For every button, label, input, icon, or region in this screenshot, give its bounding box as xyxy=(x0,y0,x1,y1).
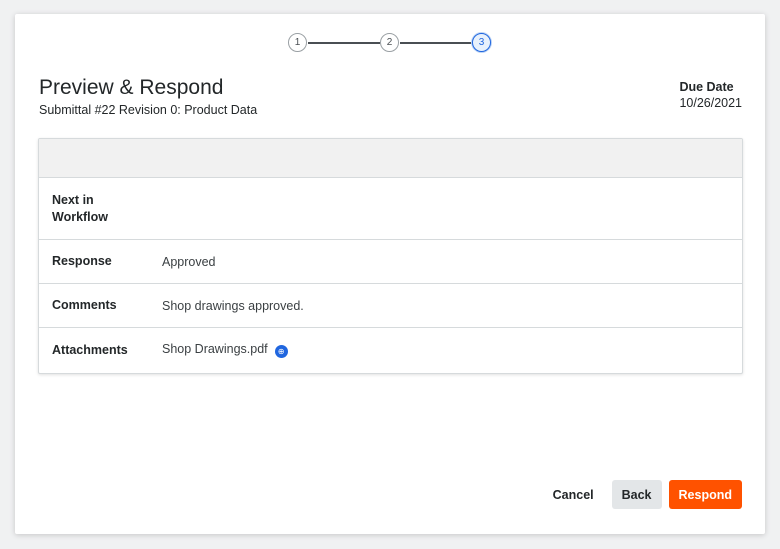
detail-row-response: Response Approved xyxy=(39,240,742,284)
preview-respond-modal: 1 2 3 Preview & Respond Submittal #22 Re… xyxy=(15,14,765,534)
detail-label: Next in Workflow xyxy=(39,192,162,226)
step-2[interactable]: 2 xyxy=(380,33,399,52)
stepper-connector xyxy=(400,42,472,44)
detail-label: Response xyxy=(52,254,112,268)
page-title: Preview & Respond xyxy=(39,76,224,99)
detail-value: Shop drawings approved. xyxy=(162,298,304,313)
detail-value: Shop Drawings.pdf ⊕ xyxy=(162,342,288,358)
back-button[interactable]: Back xyxy=(611,480,662,509)
due-date: Due Date 10/26/2021 xyxy=(679,80,742,110)
cancel-button[interactable]: Cancel xyxy=(543,480,604,509)
detail-label: Attachments xyxy=(52,342,128,357)
respond-button[interactable]: Respond xyxy=(668,480,742,509)
progress-stepper: 1 2 3 xyxy=(288,33,492,53)
detail-row-next-in-workflow: Next in Workflow xyxy=(39,178,742,240)
step-1[interactable]: 1 xyxy=(288,33,307,52)
detail-label-text: Next in Workflow xyxy=(52,192,109,224)
detail-value: Approved xyxy=(162,254,216,269)
detail-label: Comments xyxy=(52,298,117,312)
step-3-active[interactable]: 3 xyxy=(472,33,491,52)
submittal-subtitle: Submittal #22 Revision 0: Product Data xyxy=(39,103,258,117)
due-date-label: Due Date xyxy=(679,80,734,94)
due-date-value: 10/26/2021 xyxy=(679,96,742,110)
attachment-badge-icon[interactable]: ⊕ xyxy=(274,345,288,358)
attachment-link[interactable]: Shop Drawings.pdf xyxy=(162,342,268,356)
detail-row-attachments: Attachments Shop Drawings.pdf ⊕ xyxy=(39,328,742,372)
modal-footer: Cancel Back Respond xyxy=(543,480,742,509)
response-details-card: Next in Workflow Response Approved Comme… xyxy=(38,138,743,374)
detail-row-comments: Comments Shop drawings approved. xyxy=(39,284,742,328)
card-header xyxy=(39,139,742,178)
stepper-connector xyxy=(308,42,380,44)
